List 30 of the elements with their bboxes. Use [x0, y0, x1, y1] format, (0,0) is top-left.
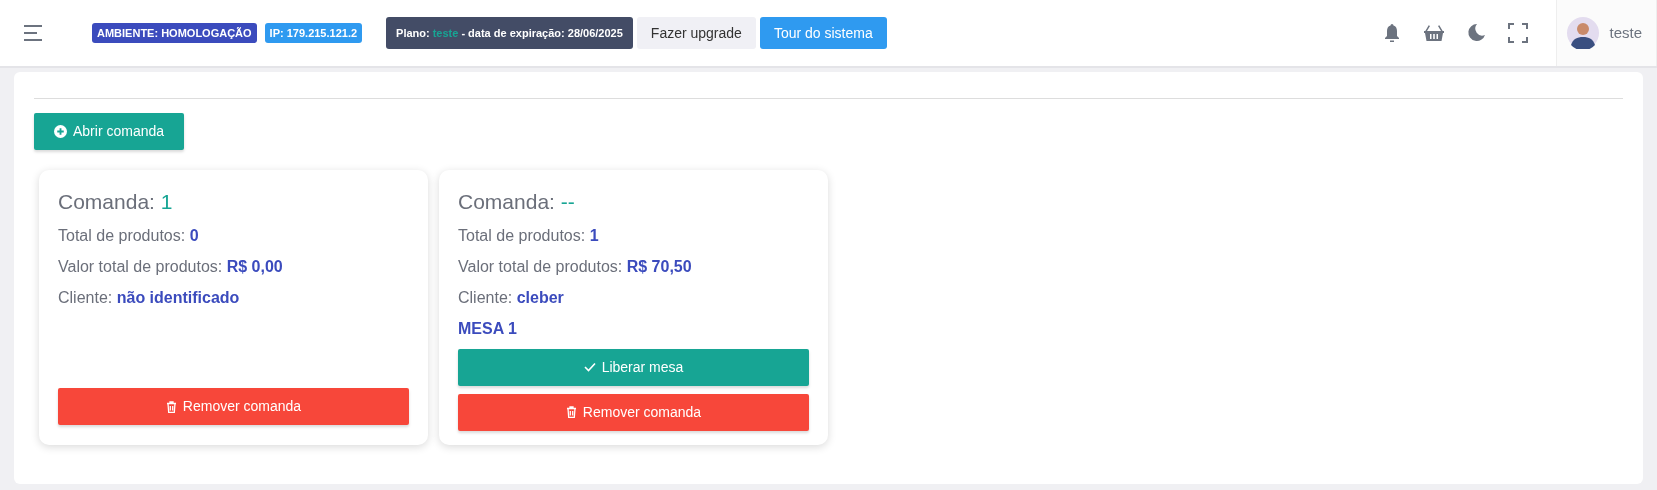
table-label: MESA 1 [458, 318, 518, 339]
open-order-button[interactable]: Abrir comanda [34, 113, 185, 150]
upgrade-button[interactable]: Fazer upgrade [636, 17, 756, 49]
order-detail: Cliente: cleber [458, 287, 565, 308]
plan-label: Plano: [396, 25, 430, 41]
fullscreen-icon[interactable] [1508, 23, 1529, 43]
plan-name: teste [432, 25, 459, 41]
trash-icon [565, 406, 577, 418]
check-icon [583, 362, 596, 372]
avatar[interactable] [1567, 17, 1600, 49]
release-table-button[interactable]: Liberar mesa [458, 348, 809, 386]
order-title: Comanda: 1 [58, 189, 174, 215]
tour-button[interactable]: Tour do sistema [759, 17, 887, 49]
order-detail: Valor total de produtos: R$ 70,50 [458, 256, 693, 277]
ip-badge: IP: 179.215.121.2 [264, 22, 363, 44]
moon-icon[interactable] [1466, 23, 1487, 43]
trash-icon [165, 400, 177, 413]
remove-order-button[interactable]: Remover comanda [58, 388, 409, 425]
order-detail: Valor total de produtos: R$ 0,00 [58, 256, 284, 277]
order-detail: Total de produtos: 1 [458, 225, 600, 246]
order-title: Comanda: -- [458, 189, 576, 215]
order-detail: Cliente: não identificado [58, 287, 241, 308]
plus-circle-icon [54, 125, 67, 138]
remove-order-button[interactable]: Remover comanda [458, 393, 809, 431]
order-detail: Total de produtos: 0 [58, 225, 200, 246]
user-name[interactable]: teste [1609, 21, 1642, 45]
basket-icon[interactable] [1424, 23, 1445, 43]
plan-expiry: - data de expiração: 28/06/2025 [461, 25, 623, 41]
menu-icon[interactable] [24, 25, 44, 41]
environment-badge: AMBIENTE: HOMOLOGAÇÃO [92, 22, 257, 44]
